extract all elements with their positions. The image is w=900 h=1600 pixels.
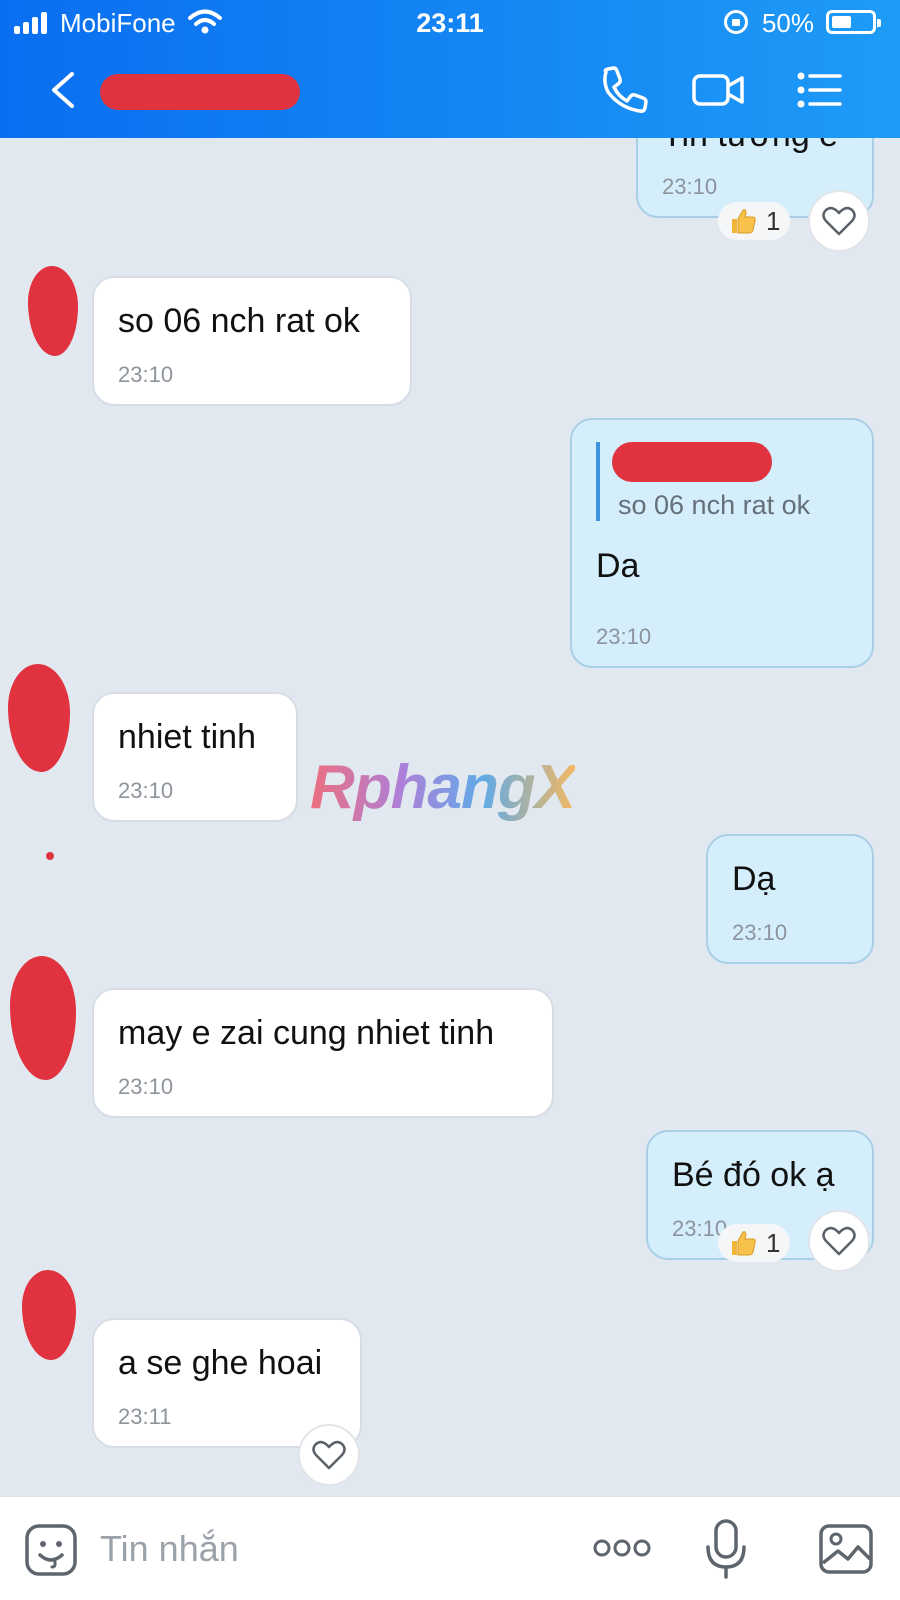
sticker-icon[interactable] xyxy=(24,1523,78,1577)
video-call-icon[interactable] xyxy=(690,64,746,116)
quoted-message[interactable]: so 06 nch rat ok xyxy=(596,442,848,521)
phone-icon[interactable] xyxy=(596,64,652,116)
reaction-badge[interactable]: 1 xyxy=(718,202,791,240)
message-input[interactable] xyxy=(100,1521,540,1577)
message-text: Tin tưởng e xyxy=(662,138,848,156)
thumbs-up-icon xyxy=(732,1231,756,1256)
like-button[interactable] xyxy=(298,1424,360,1486)
reaction-count: 1 xyxy=(766,205,781,236)
message-text: Da xyxy=(596,547,640,585)
heart-icon xyxy=(822,206,856,236)
status-bar: MobiFone 23:11 50% xyxy=(0,0,900,44)
like-button[interactable] xyxy=(808,1210,870,1272)
message-text: so 06 nch rat ok xyxy=(118,302,360,340)
message-bubble-outgoing[interactable]: so 06 nch rat ok Da 23:10 xyxy=(570,418,874,668)
heart-icon xyxy=(822,1226,856,1256)
back-icon[interactable] xyxy=(44,68,84,112)
quoted-text: so 06 nch rat ok xyxy=(618,490,811,520)
message-bubble-outgoing[interactable]: Dạ 23:10 xyxy=(706,834,874,964)
message-time: 23:10 xyxy=(118,362,174,387)
heart-icon xyxy=(312,1440,346,1470)
avatar[interactable] xyxy=(28,266,78,356)
battery-percent: 50% xyxy=(761,8,814,38)
thumbs-up-icon xyxy=(732,209,756,234)
message-time: 23:10 xyxy=(118,1074,174,1099)
message-text: may e zai cung nhiet tinh xyxy=(118,1014,495,1052)
reaction-badge[interactable]: 1 xyxy=(718,1224,791,1262)
like-button[interactable] xyxy=(808,190,870,252)
microphone-icon[interactable] xyxy=(704,1517,748,1581)
reaction-count: 1 xyxy=(766,1227,781,1258)
message-text: Dạ xyxy=(732,860,776,898)
avatar[interactable] xyxy=(22,1270,76,1360)
watermark: RphangX xyxy=(310,753,576,822)
avatar[interactable] xyxy=(10,956,76,1080)
message-text: nhiet tinh xyxy=(118,718,256,756)
contact-name-redacted[interactable] xyxy=(100,74,300,110)
menu-icon[interactable] xyxy=(792,64,848,116)
message-bubble-incoming[interactable]: so 06 nch rat ok 23:10 xyxy=(92,276,412,406)
message-input-bar xyxy=(0,1496,900,1600)
more-options-icon[interactable] xyxy=(592,1533,652,1563)
message-time: 23:10 xyxy=(732,920,788,945)
quoted-sender-redacted xyxy=(612,442,772,482)
message-bubble-incoming[interactable]: nhiet tinh 23:10 xyxy=(92,692,298,822)
message-time: 23:10 xyxy=(596,624,652,649)
rotation-lock-icon xyxy=(724,10,748,34)
message-time: 23:11 xyxy=(118,1404,172,1429)
chat-header: MobiFone 23:11 50% xyxy=(0,0,900,138)
message-time: 23:10 xyxy=(662,174,718,199)
avatar[interactable] xyxy=(8,664,70,772)
redaction-mark xyxy=(46,852,54,860)
battery-icon xyxy=(826,10,881,34)
message-bubble-incoming[interactable]: may e zai cung nhiet tinh 23:10 xyxy=(92,988,554,1118)
image-gallery-icon[interactable] xyxy=(818,1523,874,1575)
message-list[interactable]: Tin tưởng e 23:10 1 so 06 nch rat ok 23:… xyxy=(0,138,900,1496)
message-time: 23:10 xyxy=(118,778,174,803)
message-text: Bé đó ok ạ xyxy=(672,1156,835,1194)
message-text: a se ghe hoai xyxy=(118,1344,323,1382)
